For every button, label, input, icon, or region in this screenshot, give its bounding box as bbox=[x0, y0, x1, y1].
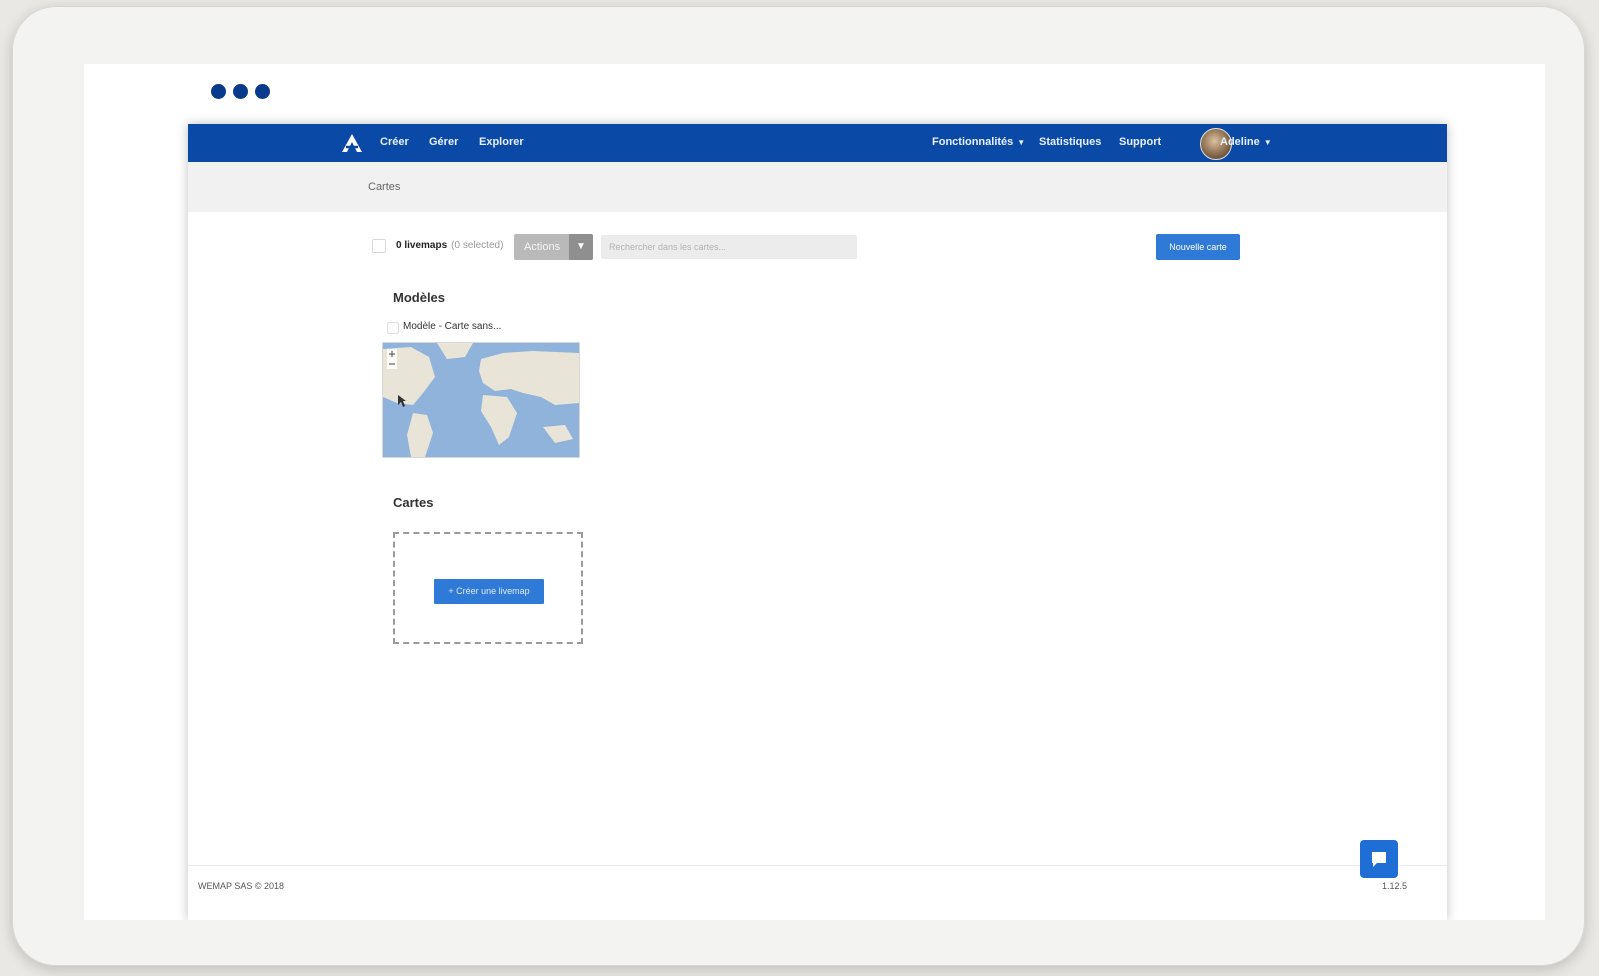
actions-dropdown[interactable]: Actions ▼ bbox=[514, 234, 593, 260]
nav-explore[interactable]: Explorer bbox=[479, 136, 524, 148]
mouse-cursor-icon bbox=[398, 395, 406, 407]
chevron-down-icon: ▼ bbox=[1263, 138, 1272, 147]
top-navbar: Créer Gérer Explorer Fonctionnalités ▼ St… bbox=[188, 124, 1447, 162]
create-livemap-button[interactable]: + Créer une livemap bbox=[434, 579, 544, 604]
actions-label: Actions bbox=[524, 241, 561, 253]
breadcrumb-bar: Cartes bbox=[188, 162, 1447, 212]
templates-title: Modèles bbox=[393, 290, 446, 305]
footer-version: 1.12.5 bbox=[1382, 881, 1408, 891]
window-dot-icon bbox=[233, 84, 248, 99]
new-map-button[interactable]: Nouvelle carte bbox=[1156, 234, 1240, 260]
window-controls bbox=[211, 84, 270, 99]
template-map-thumbnail[interactable] bbox=[382, 342, 580, 458]
map-count-label: 0 livemaps bbox=[396, 240, 448, 251]
window-dot-icon bbox=[255, 84, 270, 99]
chevron-down-icon: ▼ bbox=[1017, 138, 1026, 147]
footer-divider bbox=[188, 865, 1447, 866]
nav-support[interactable]: Support bbox=[1119, 136, 1161, 148]
maps-title: Cartes bbox=[393, 495, 434, 510]
search-input[interactable] bbox=[601, 235, 857, 259]
selected-count: (0 selected) bbox=[451, 240, 504, 251]
template-checkbox[interactable] bbox=[387, 322, 399, 334]
select-all-checkbox[interactable] bbox=[372, 239, 386, 253]
user-menu[interactable]: Adeline ▼ bbox=[1220, 136, 1272, 148]
world-map-image bbox=[383, 343, 579, 457]
nav-features-label: Fonctionnalités bbox=[932, 136, 1014, 148]
template-label: Modèle - Carte sans... bbox=[403, 321, 502, 332]
user-name: Adeline bbox=[1220, 136, 1260, 148]
breadcrumb: Cartes bbox=[368, 181, 401, 193]
chat-icon bbox=[1372, 852, 1386, 867]
nav-manage[interactable]: Gérer bbox=[429, 136, 458, 148]
nav-statistics[interactable]: Statistiques bbox=[1039, 136, 1101, 148]
window-dot-icon bbox=[211, 84, 226, 99]
map-count: 0 livemaps (0 selected) bbox=[396, 240, 503, 251]
device-frame: Créer Gérer Explorer Fonctionnalités ▼ St… bbox=[12, 6, 1585, 966]
app-window: Créer Gérer Explorer Fonctionnalités ▼ St… bbox=[188, 124, 1447, 920]
nav-create[interactable]: Créer bbox=[380, 136, 409, 148]
screen: Créer Gérer Explorer Fonctionnalités ▼ St… bbox=[84, 64, 1545, 920]
chat-button[interactable] bbox=[1360, 840, 1398, 878]
chevron-down-icon[interactable]: ▼ bbox=[569, 234, 593, 260]
create-livemap-dropzone: + Créer une livemap bbox=[393, 532, 583, 644]
footer-copyright: WEMAP SAS © 2018 bbox=[198, 881, 285, 891]
logo-icon[interactable] bbox=[340, 133, 364, 153]
nav-features[interactable]: Fonctionnalités ▼ bbox=[932, 136, 1025, 148]
